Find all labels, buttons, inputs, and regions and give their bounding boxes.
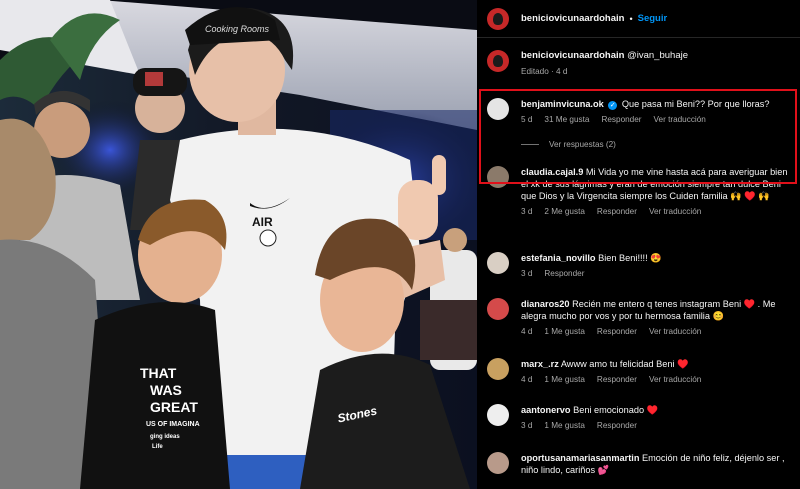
comment-likes[interactable]: 1 Me gusta <box>544 375 585 384</box>
author-username[interactable]: beniciovicunaardohain <box>521 13 624 24</box>
comment-time: 3 d <box>521 207 533 216</box>
comment-item: marx_.rz Awww amo tu felicidad Beni ♥️ 4… <box>487 358 797 384</box>
comment-item: dianaros20 Recién me entero q tenes inst… <box>487 298 797 336</box>
comment-username[interactable]: marx_.rz <box>521 359 559 369</box>
comment-username[interactable]: dianaros20 <box>521 299 570 309</box>
caption-text[interactable]: @ivan_buhaje <box>627 50 688 61</box>
reply-button[interactable]: Responder <box>601 115 641 124</box>
comment-time: 4 d <box>521 327 533 336</box>
comment-time: 5 d <box>521 115 533 124</box>
comment-item: benjaminvicuna.ok ✓ Que pasa mi Beni?? P… <box>487 98 797 124</box>
comment-likes[interactable]: 1 Me gusta <box>544 327 585 336</box>
reply-button[interactable]: Responder <box>544 269 584 278</box>
commenter-avatar[interactable] <box>487 452 509 474</box>
comment-item: claudia.cajal.9 Mi Vida yo me vine hasta… <box>487 166 797 216</box>
kid1-shirt-line3: GREAT <box>150 399 198 415</box>
cap-text: Cooking Rooms <box>205 24 270 34</box>
translate-button[interactable]: Ver traducción <box>654 115 706 124</box>
commenter-avatar[interactable] <box>487 166 509 188</box>
comment-username[interactable]: claudia.cajal.9 <box>521 167 583 177</box>
verified-badge-icon: ✓ <box>608 101 618 110</box>
comment-likes[interactable]: 2 Me gusta <box>544 207 585 216</box>
post-header: beniciovicunaardohain • Seguir <box>477 0 800 38</box>
kid1-shirt-line5: ging ideas <box>150 434 180 440</box>
comment-item: oportusanamariasanmartin Emoción de niño… <box>487 452 797 476</box>
comment-text: Bien Beni!!!! 😍 <box>598 253 662 263</box>
separator-dot: • <box>629 13 633 24</box>
translate-button[interactable]: Ver traducción <box>649 375 701 384</box>
comment-text: Awww amo tu felicidad Beni ♥️ <box>560 359 689 369</box>
post-caption: beniciovicunaardohain @ivan_buhaje Edita… <box>477 38 800 76</box>
comment-username[interactable]: estefania_novillo <box>521 253 596 263</box>
view-replies-button[interactable]: Ver respuestas (2) <box>521 140 616 149</box>
commenter-avatar[interactable] <box>487 252 509 274</box>
follow-button[interactable]: Seguir <box>638 13 668 24</box>
comment-time: 4 d <box>521 375 533 384</box>
shirt-brand-text: AIR <box>252 215 273 229</box>
comment-likes[interactable]: 31 Me gusta <box>544 115 589 124</box>
post-photo: Cooking Rooms AIR THAT WAS GREAT US OF I… <box>0 0 477 489</box>
comment-time: 3 d <box>521 269 533 278</box>
caption-avatar[interactable] <box>487 50 509 72</box>
comment-item: aantonervo Beni emocionado ♥️ 3 d 1 Me g… <box>487 404 797 430</box>
reply-button[interactable]: Responder <box>597 327 637 336</box>
comment-item: estefania_novillo Bien Beni!!!! 😍 3 d Re… <box>487 252 797 278</box>
commenter-avatar[interactable] <box>487 404 509 426</box>
comment-username[interactable]: aantonervo <box>521 405 571 415</box>
translate-button[interactable]: Ver traducción <box>649 207 701 216</box>
instagram-post-view: Cooking Rooms AIR THAT WAS GREAT US OF I… <box>0 0 800 489</box>
photo-illustration: Cooking Rooms AIR THAT WAS GREAT US OF I… <box>0 0 477 489</box>
reply-button[interactable]: Responder <box>597 207 637 216</box>
translate-button[interactable]: Ver traducción <box>649 327 701 336</box>
reply-button[interactable]: Responder <box>597 421 637 430</box>
comment-text: Beni emocionado ♥️ <box>573 405 659 415</box>
comment-username[interactable]: benjaminvicuna.ok <box>521 99 604 109</box>
commenter-avatar[interactable] <box>487 358 509 380</box>
kid1-shirt-line1: THAT <box>140 365 177 381</box>
comment-text: Que pasa mi Beni?? Por que lloras? <box>621 99 770 109</box>
comment-username[interactable]: oportusanamariasanmartin <box>521 453 639 463</box>
comments-panel: beniciovicunaardohain • Seguir beniciovi… <box>477 0 800 489</box>
kid1-shirt-line2: WAS <box>150 382 182 398</box>
kid1-shirt-line6: Life <box>152 444 163 450</box>
caption-username[interactable]: beniciovicunaardohain <box>521 50 624 61</box>
caption-meta: Editado · 4 d <box>521 67 568 76</box>
reply-button[interactable]: Responder <box>597 375 637 384</box>
kid1-shirt-line4: US OF IMAGINA <box>146 421 200 428</box>
commenter-avatar[interactable] <box>487 298 509 320</box>
commenter-avatar[interactable] <box>487 98 509 120</box>
comment-time: 3 d <box>521 421 533 430</box>
comment-likes[interactable]: 1 Me gusta <box>544 421 585 430</box>
author-avatar[interactable] <box>487 7 509 30</box>
